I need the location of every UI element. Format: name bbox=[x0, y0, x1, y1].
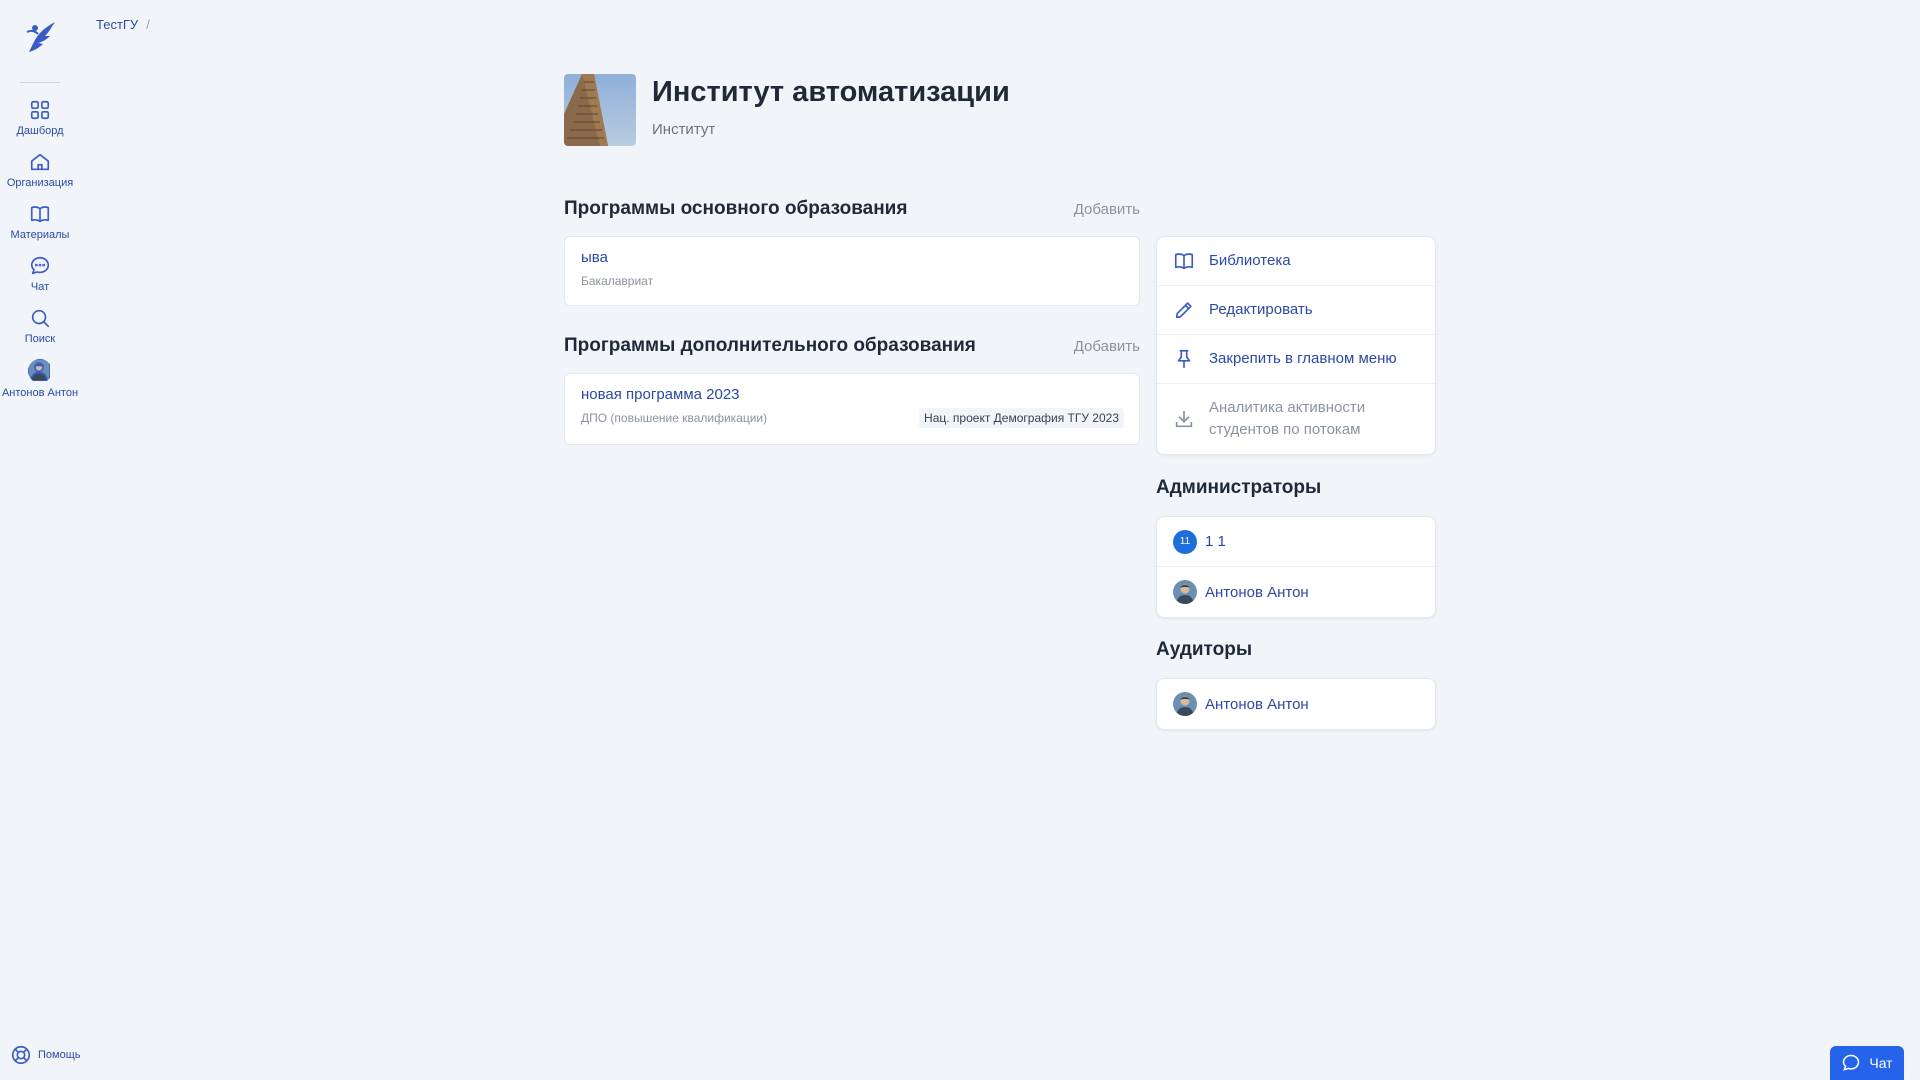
action-label: Закрепить в главном меню bbox=[1209, 350, 1397, 367]
add-extra-program-button[interactable]: Добавить bbox=[1074, 338, 1140, 355]
edit-action[interactable]: Редактировать bbox=[1157, 286, 1435, 335]
auditors-title: Аудиторы bbox=[1156, 639, 1253, 660]
institute-image bbox=[564, 74, 636, 146]
sidebar-item-label: Материалы bbox=[10, 229, 70, 241]
library-action[interactable]: Библиотека bbox=[1157, 237, 1435, 286]
sidebar-item-organization[interactable]: Организация bbox=[0, 151, 80, 189]
sidebar-item-profile[interactable]: Антонов Антон bbox=[0, 359, 80, 399]
program-level: Бакалавриат bbox=[581, 274, 654, 288]
sidebar-item-chat[interactable]: Чат bbox=[0, 255, 80, 293]
person-name: Антонов Антон bbox=[1205, 695, 1309, 713]
download-icon bbox=[1175, 410, 1193, 428]
book-icon bbox=[30, 206, 50, 223]
avatar bbox=[28, 359, 52, 383]
list-item[interactable]: 11 1 1 bbox=[1157, 517, 1435, 567]
chat-icon bbox=[30, 256, 50, 275]
list-item[interactable]: новая программа 2023 ДПО (повышение квал… bbox=[564, 373, 1140, 445]
avatar bbox=[1173, 580, 1197, 604]
sidebar-item-label: Антонов Антон bbox=[1, 387, 79, 399]
sidebar-item-label: Чат bbox=[30, 281, 50, 293]
list-item[interactable]: Антонов Антон bbox=[1157, 679, 1435, 729]
pin-action[interactable]: Закрепить в главном меню bbox=[1157, 335, 1435, 384]
lifebuoy-icon bbox=[11, 1045, 31, 1065]
add-main-program-button[interactable]: Добавить bbox=[1074, 201, 1140, 218]
logo-icon[interactable] bbox=[23, 18, 57, 56]
avatar bbox=[1173, 692, 1197, 716]
sidebar-item-search[interactable]: Поиск bbox=[0, 307, 80, 345]
auditors-list: Антонов Антон bbox=[1156, 678, 1436, 730]
page-header: Институт автоматизации Институт bbox=[564, 74, 1010, 146]
page-subtitle: Институт bbox=[652, 121, 716, 138]
search-icon bbox=[31, 309, 50, 328]
main-programs-header: Программы основного образования Добавить bbox=[564, 198, 1140, 220]
chat-button[interactable]: Чат bbox=[1830, 1046, 1904, 1080]
breadcrumb-root[interactable]: ТестГУ bbox=[96, 17, 138, 32]
section-title: Программы основного образования bbox=[564, 198, 908, 219]
dashboard-icon bbox=[30, 100, 50, 120]
pin-icon bbox=[1177, 349, 1191, 369]
sidebar-item-dashboard[interactable]: Дашборд bbox=[0, 99, 80, 137]
help-label: Помощь bbox=[38, 1049, 81, 1061]
program-tag-badge: Нац. проект Демография ТГУ 2023 bbox=[919, 408, 1124, 428]
extra-programs-header: Программы дополнительного образования До… bbox=[564, 335, 1140, 357]
breadcrumb-separator: / bbox=[146, 17, 150, 32]
pencil-icon bbox=[1175, 302, 1192, 319]
sidebar-item-label: Дашборд bbox=[16, 125, 64, 137]
page-title: Институт автоматизации bbox=[652, 76, 1010, 108]
analytics-download-action[interactable]: Аналитика активности студентов по потока… bbox=[1157, 384, 1435, 454]
section-title: Программы дополнительного образования bbox=[564, 335, 976, 356]
program-name[interactable]: новая программа 2023 bbox=[581, 386, 1123, 403]
admins-title: Администраторы bbox=[1156, 477, 1322, 498]
sidebar-divider bbox=[20, 82, 60, 83]
chat-icon bbox=[1843, 1054, 1860, 1071]
sidebar-item-materials[interactable]: Материалы bbox=[0, 203, 80, 241]
sidebar-item-label: Поиск bbox=[24, 333, 56, 345]
action-label: Аналитика активности студентов по потока… bbox=[1209, 399, 1366, 438]
action-label: Библиотека bbox=[1209, 252, 1291, 269]
help-button[interactable]: Помощь bbox=[10, 1044, 81, 1066]
actions-panel: Библиотека Редактировать Закрепить в гла… bbox=[1156, 236, 1436, 455]
admins-list: 11 1 1 Антонов Антон bbox=[1156, 516, 1436, 618]
person-name: 1 1 bbox=[1205, 533, 1226, 550]
program-name[interactable]: ыва bbox=[581, 249, 1123, 266]
person-name: Антонов Антон bbox=[1205, 583, 1309, 601]
list-item[interactable]: Антонов Антон bbox=[1157, 567, 1435, 617]
list-item[interactable]: ыва Бакалавриат bbox=[564, 236, 1140, 306]
chat-button-label: Чат bbox=[1869, 1055, 1893, 1071]
home-icon bbox=[30, 153, 50, 171]
avatar-initials: 11 bbox=[1173, 529, 1197, 554]
sidebar-item-label: Организация bbox=[6, 177, 74, 189]
sidebar: Дашборд Организация Материалы Чат Поиск bbox=[0, 0, 80, 1080]
breadcrumb: ТестГУ / bbox=[96, 17, 150, 32]
action-label: Редактировать bbox=[1209, 301, 1313, 318]
book-icon bbox=[1174, 253, 1194, 270]
